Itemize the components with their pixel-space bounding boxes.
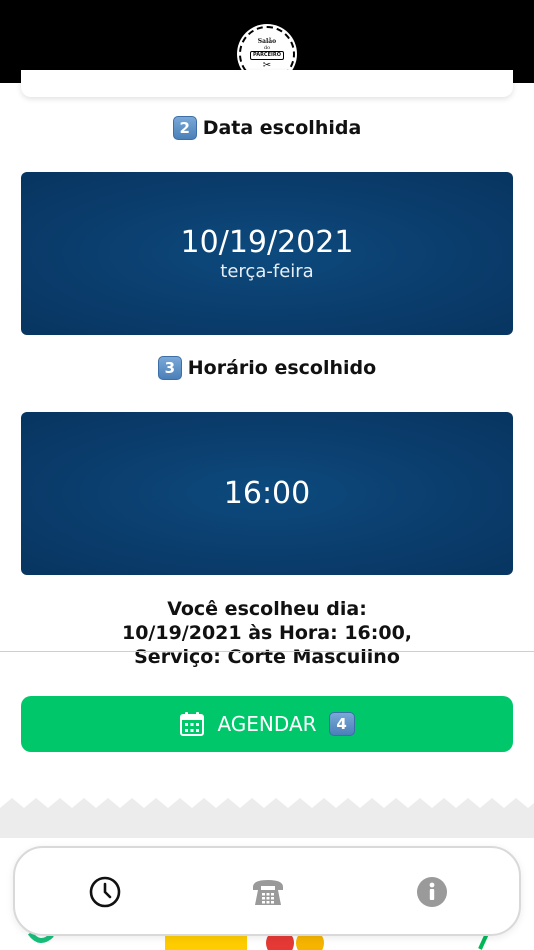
selected-time-card[interactable]: 16:00 <box>21 412 513 575</box>
decorative-zigzag-border <box>0 798 534 838</box>
logo-line-3: PARCEIRO <box>250 50 284 60</box>
selected-date-card[interactable]: 10/19/2021 terça-feira <box>21 172 513 335</box>
info-icon <box>417 877 447 907</box>
date-section-title: 2 Data escolhida <box>0 116 534 140</box>
scissors-icon: ✂ <box>262 59 272 71</box>
step-4-keycap-icon: 4 <box>328 712 355 736</box>
date-section-label: Data escolhida <box>202 117 362 139</box>
logo-line-1: Salão <box>257 37 277 45</box>
previous-section-card <box>21 70 513 97</box>
summary-line-1: Você escolheu dia: <box>167 598 367 620</box>
bottom-tab-bar <box>13 846 521 936</box>
logo-line-2: do <box>263 44 271 51</box>
divider <box>0 651 534 652</box>
selected-weekday: terça-feira <box>220 260 314 282</box>
time-section-label: Horário escolhido <box>187 357 377 379</box>
agendar-label: AGENDAR <box>217 712 317 736</box>
booking-summary: Você escolheu dia: 10/19/2021 às Hora: 1… <box>0 597 534 669</box>
calendar-icon <box>180 712 205 736</box>
selected-time: 16:00 <box>223 476 311 511</box>
selected-date: 10/19/2021 <box>180 224 354 260</box>
time-section-title: 3 Horário escolhido <box>0 356 534 380</box>
tab-schedule[interactable] <box>85 872 125 912</box>
summary-line-2: 10/19/2021 às Hora: 16:00, <box>121 622 413 644</box>
summary-line-3: Serviço: Corte Masculino <box>134 646 400 668</box>
clock-icon <box>89 876 121 908</box>
agendar-button[interactable]: AGENDAR 4 <box>21 696 513 752</box>
phone-icon <box>253 880 283 905</box>
tab-contact[interactable] <box>248 872 288 912</box>
tab-info[interactable] <box>412 872 452 912</box>
step-2-keycap-icon: 2 <box>172 116 197 140</box>
step-3-keycap-icon: 3 <box>157 356 182 380</box>
